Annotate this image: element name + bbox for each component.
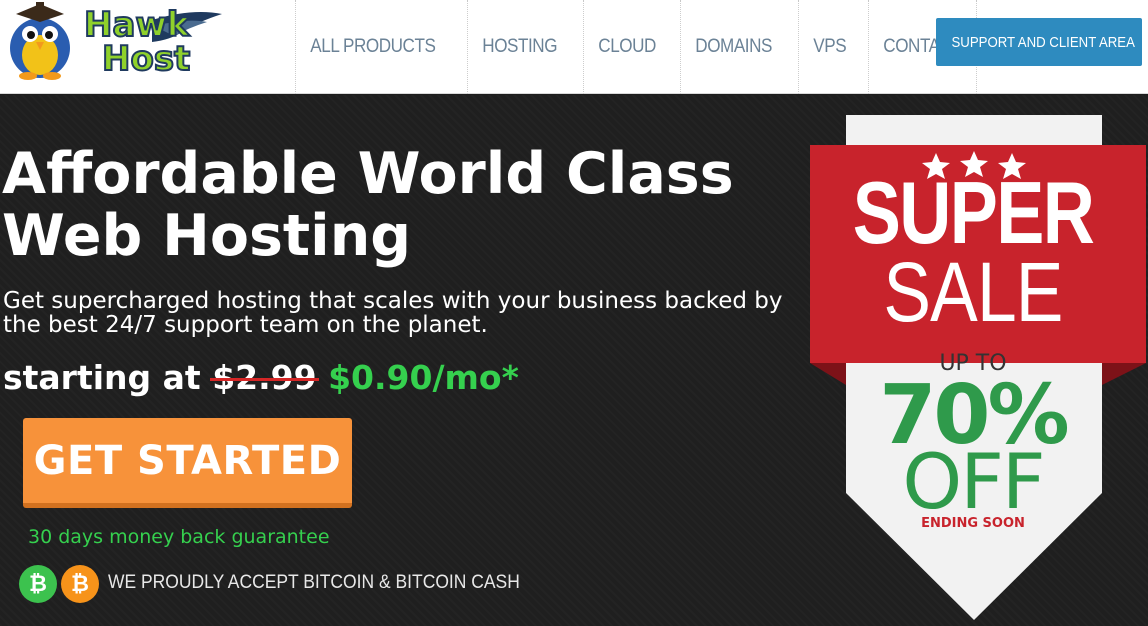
subtitle-line-2: the best 24/7 support team on the planet… (3, 312, 488, 338)
nav-domains[interactable]: DOMAINS (680, 0, 786, 94)
crypto-accept-text: WE PROUDLY ACCEPT BITCOIN & BITCOIN CASH (108, 572, 520, 593)
price-line: starting at $2.99 $0.90/mo* (3, 358, 519, 397)
nav-all-products[interactable]: ALL PRODUCTS (295, 0, 450, 94)
subtitle-line-1: Get supercharged hosting that scales wit… (3, 288, 783, 314)
bitcoin-cash-icon: ₿ (19, 565, 57, 603)
support-button-label: SUPPORT AND CLIENT AREA (951, 33, 1135, 51)
nav-cloud[interactable]: CLOUD (583, 0, 670, 94)
nav-hosting[interactable]: HOSTING (467, 0, 571, 94)
get-started-button[interactable]: GET STARTED (23, 418, 352, 508)
headline-line-1: Affordable World Class (2, 141, 734, 207)
old-price: $2.99 (210, 358, 319, 397)
hawkhost-logo[interactable]: Hawk Host (2, 0, 224, 82)
new-price: $0.90/mo* (328, 358, 519, 397)
price-prefix: starting at (3, 358, 201, 397)
banner-ending-soon: ENDING SOON (921, 516, 1025, 531)
support-client-area-button[interactable]: SUPPORT AND CLIENT AREA (936, 18, 1142, 66)
main-nav: ALL PRODUCTS HOSTING CLOUD DOMAINS VPS C… (295, 0, 989, 94)
headline-line-2: Web Hosting (2, 203, 412, 269)
site-header: Hawk Host ALL PRODUCTS HOSTING CLOUD DOM… (0, 0, 1148, 94)
banner-sale: SALE (883, 245, 1063, 339)
bitcoin-icon: ₿ (61, 565, 99, 603)
logo-text-host: Host (102, 39, 190, 79)
nav-vps[interactable]: VPS (798, 0, 861, 94)
money-back-guarantee: 30 days money back guarantee (28, 526, 330, 548)
hero-headline: Affordable World Class Web Hosting (2, 143, 734, 267)
banner-off: OFF (902, 437, 1045, 526)
hero-subtitle: Get supercharged hosting that scales wit… (3, 289, 803, 337)
